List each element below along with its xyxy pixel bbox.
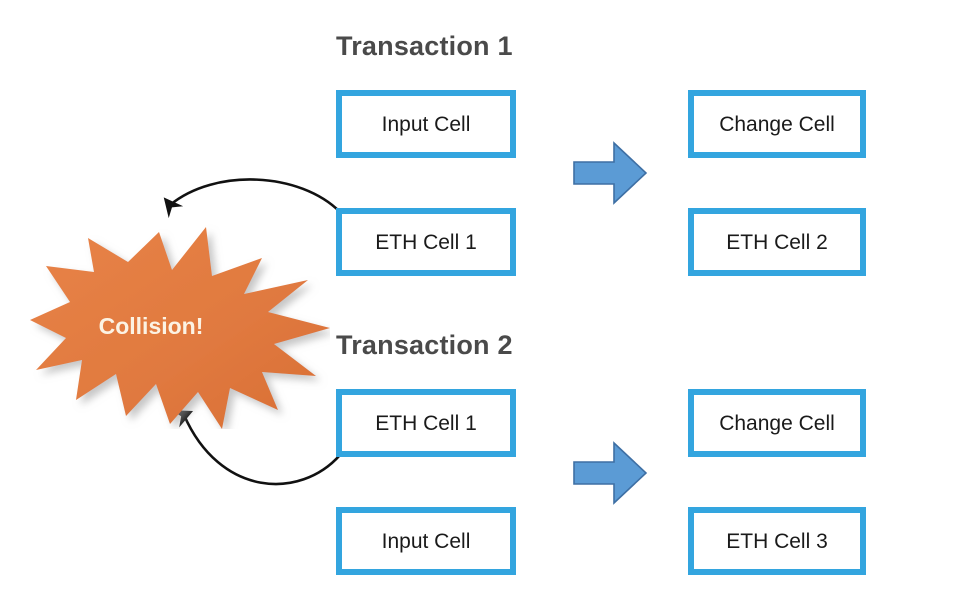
curved-arrow-down-icon [163,178,342,219]
cell-box-eth-cell-3[interactable]: ETH Cell 3 [688,507,866,575]
cell-label: ETH Cell 1 [375,411,477,435]
cell-label: Input Cell [381,529,471,553]
diagram-canvas: Collision! Transaction 1 Input Cell ETH … [0,0,960,609]
starburst-icon [30,227,330,429]
cell-label: Input Cell [381,112,471,136]
cell-box-change-cell-2[interactable]: Change Cell [688,389,866,457]
cell-label: ETH Cell 2 [726,230,828,254]
cell-label: ETH Cell 1 [375,230,477,254]
section-title-transaction-1: Transaction 1 [336,31,513,61]
cell-box-eth-cell-2[interactable]: ETH Cell 2 [688,208,866,276]
section-title-transaction-2: Transaction 2 [336,330,513,360]
cell-label: ETH Cell 3 [726,529,828,553]
cell-box-input-cell-2[interactable]: Input Cell [336,507,516,575]
cell-label: Change Cell [719,112,835,136]
cell-box-eth-cell-1-tx2[interactable]: ETH Cell 1 [336,389,516,457]
cell-box-change-cell-1[interactable]: Change Cell [688,90,866,158]
cell-box-input-cell-1[interactable]: Input Cell [336,90,516,158]
cell-box-eth-cell-1-tx1[interactable]: ETH Cell 1 [336,208,516,276]
right-block-arrow-icon [573,141,648,205]
right-block-arrow-icon [573,441,648,505]
cell-label: Change Cell [719,411,835,435]
